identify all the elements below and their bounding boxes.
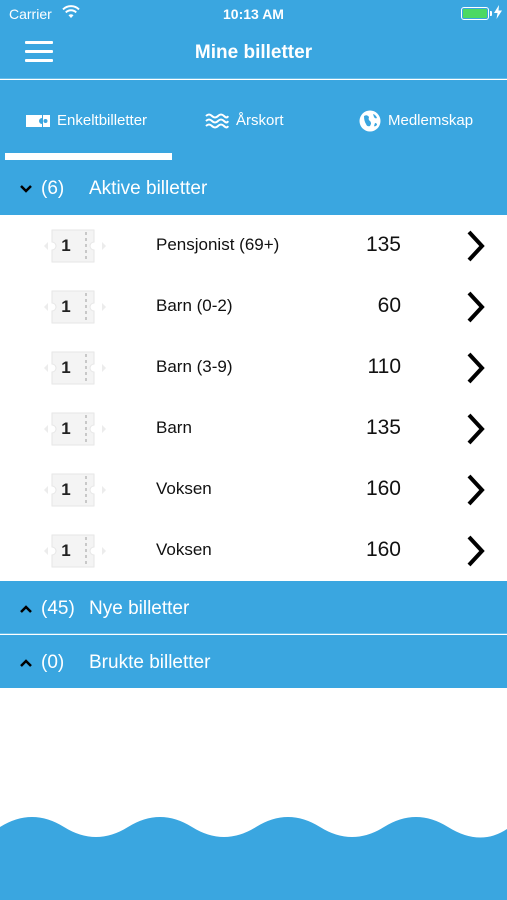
ticket-quantity: 1 xyxy=(61,541,71,560)
tab-label: Medlemskap xyxy=(388,112,474,129)
ticket-stub-icon: 1 xyxy=(44,226,106,266)
ticket-row[interactable]: 1 Barn (0-2) 60 xyxy=(0,276,507,337)
ticket-price: 110 xyxy=(367,355,401,378)
ticket-row[interactable]: 1 Voksen 160 xyxy=(0,459,507,520)
chevron-right-icon xyxy=(464,473,486,512)
tab-label: Enkeltbilletter xyxy=(57,112,148,129)
ticket-stub-icon: 1 xyxy=(44,409,106,449)
section-count: (45) xyxy=(41,598,75,619)
navigation-bar: Mine billetter xyxy=(0,28,507,79)
ticket-row[interactable]: 1 Barn 135 xyxy=(0,398,507,459)
chevron-down-icon xyxy=(19,181,33,199)
ticket-stub-icon: 1 xyxy=(44,287,106,327)
wave-decoration xyxy=(0,817,507,900)
ticket-quantity: 1 xyxy=(61,236,71,255)
ticket-list: 1 Pensjonist (69+) 135 1 Barn (0-2) 60 1… xyxy=(0,215,507,581)
ticket-quantity: 1 xyxy=(61,358,71,377)
ticket-quantity: 1 xyxy=(61,297,71,316)
ticket-quantity: 1 xyxy=(61,419,71,438)
chevron-right-icon xyxy=(464,290,486,329)
ticket-icon xyxy=(26,113,50,129)
ticket-quantity: 1 xyxy=(61,480,71,499)
waves-icon xyxy=(205,112,229,130)
ticket-type: Barn (3-9) xyxy=(156,357,233,376)
tab-enkeltbilletter[interactable]: Enkeltbilletter xyxy=(26,80,147,161)
tab-label: Årskort xyxy=(236,112,284,129)
ticket-row[interactable]: 1 Barn (3-9) 110 xyxy=(0,337,507,398)
page-title: Mine billetter xyxy=(194,42,313,63)
ticket-stub-icon: 1 xyxy=(44,531,106,571)
section-label: Nye billetter xyxy=(89,598,190,619)
section-count: (6) xyxy=(41,178,65,199)
ticket-price: 135 xyxy=(365,233,401,256)
tab-bar: Enkeltbilletter Årskort Medlemskap xyxy=(0,80,507,161)
ticket-row[interactable]: 1 Pensjonist (69+) 135 xyxy=(0,215,507,276)
tab-arskort[interactable]: Årskort xyxy=(205,80,284,161)
section-nye-billetter[interactable]: (45) Nye billetter xyxy=(0,581,507,634)
ticket-stub-icon: 1 xyxy=(44,348,106,388)
chevron-right-icon xyxy=(464,229,486,268)
tab-medlemskap[interactable]: Medlemskap xyxy=(359,80,473,161)
ticket-type: Voksen xyxy=(156,479,212,498)
chevron-right-icon xyxy=(464,534,486,573)
active-tab-indicator xyxy=(5,153,172,160)
hamburger-menu-icon[interactable] xyxy=(25,41,53,63)
chevron-up-icon xyxy=(19,655,33,673)
ticket-price: 60 xyxy=(377,294,401,317)
chevron-up-icon xyxy=(19,601,33,619)
globe-icon xyxy=(359,110,381,132)
section-brukte-billetter[interactable]: (0) Brukte billetter xyxy=(0,635,507,688)
section-label: Aktive billetter xyxy=(89,178,208,199)
ticket-price: 160 xyxy=(365,538,401,561)
ticket-price: 160 xyxy=(365,477,401,500)
status-time: 10:13 AM xyxy=(223,6,284,22)
ticket-type: Barn (0-2) xyxy=(156,296,233,315)
section-label: Brukte billetter xyxy=(89,652,211,673)
charging-icon xyxy=(494,5,502,24)
ticket-price: 135 xyxy=(365,416,401,439)
status-bar: Carrier 10:13 AM xyxy=(0,0,507,28)
ticket-row[interactable]: 1 Voksen 160 xyxy=(0,520,507,581)
section-count: (0) xyxy=(41,652,65,673)
chevron-right-icon xyxy=(464,412,486,451)
ticket-stub-icon: 1 xyxy=(44,470,106,510)
ticket-type: Pensjonist (69+) xyxy=(156,235,280,254)
section-aktive-billetter[interactable]: (6) Aktive billetter xyxy=(0,161,507,215)
ticket-type: Voksen xyxy=(156,540,212,559)
chevron-right-icon xyxy=(464,351,486,390)
ticket-type: Barn xyxy=(156,418,192,437)
battery-icon xyxy=(461,7,489,20)
